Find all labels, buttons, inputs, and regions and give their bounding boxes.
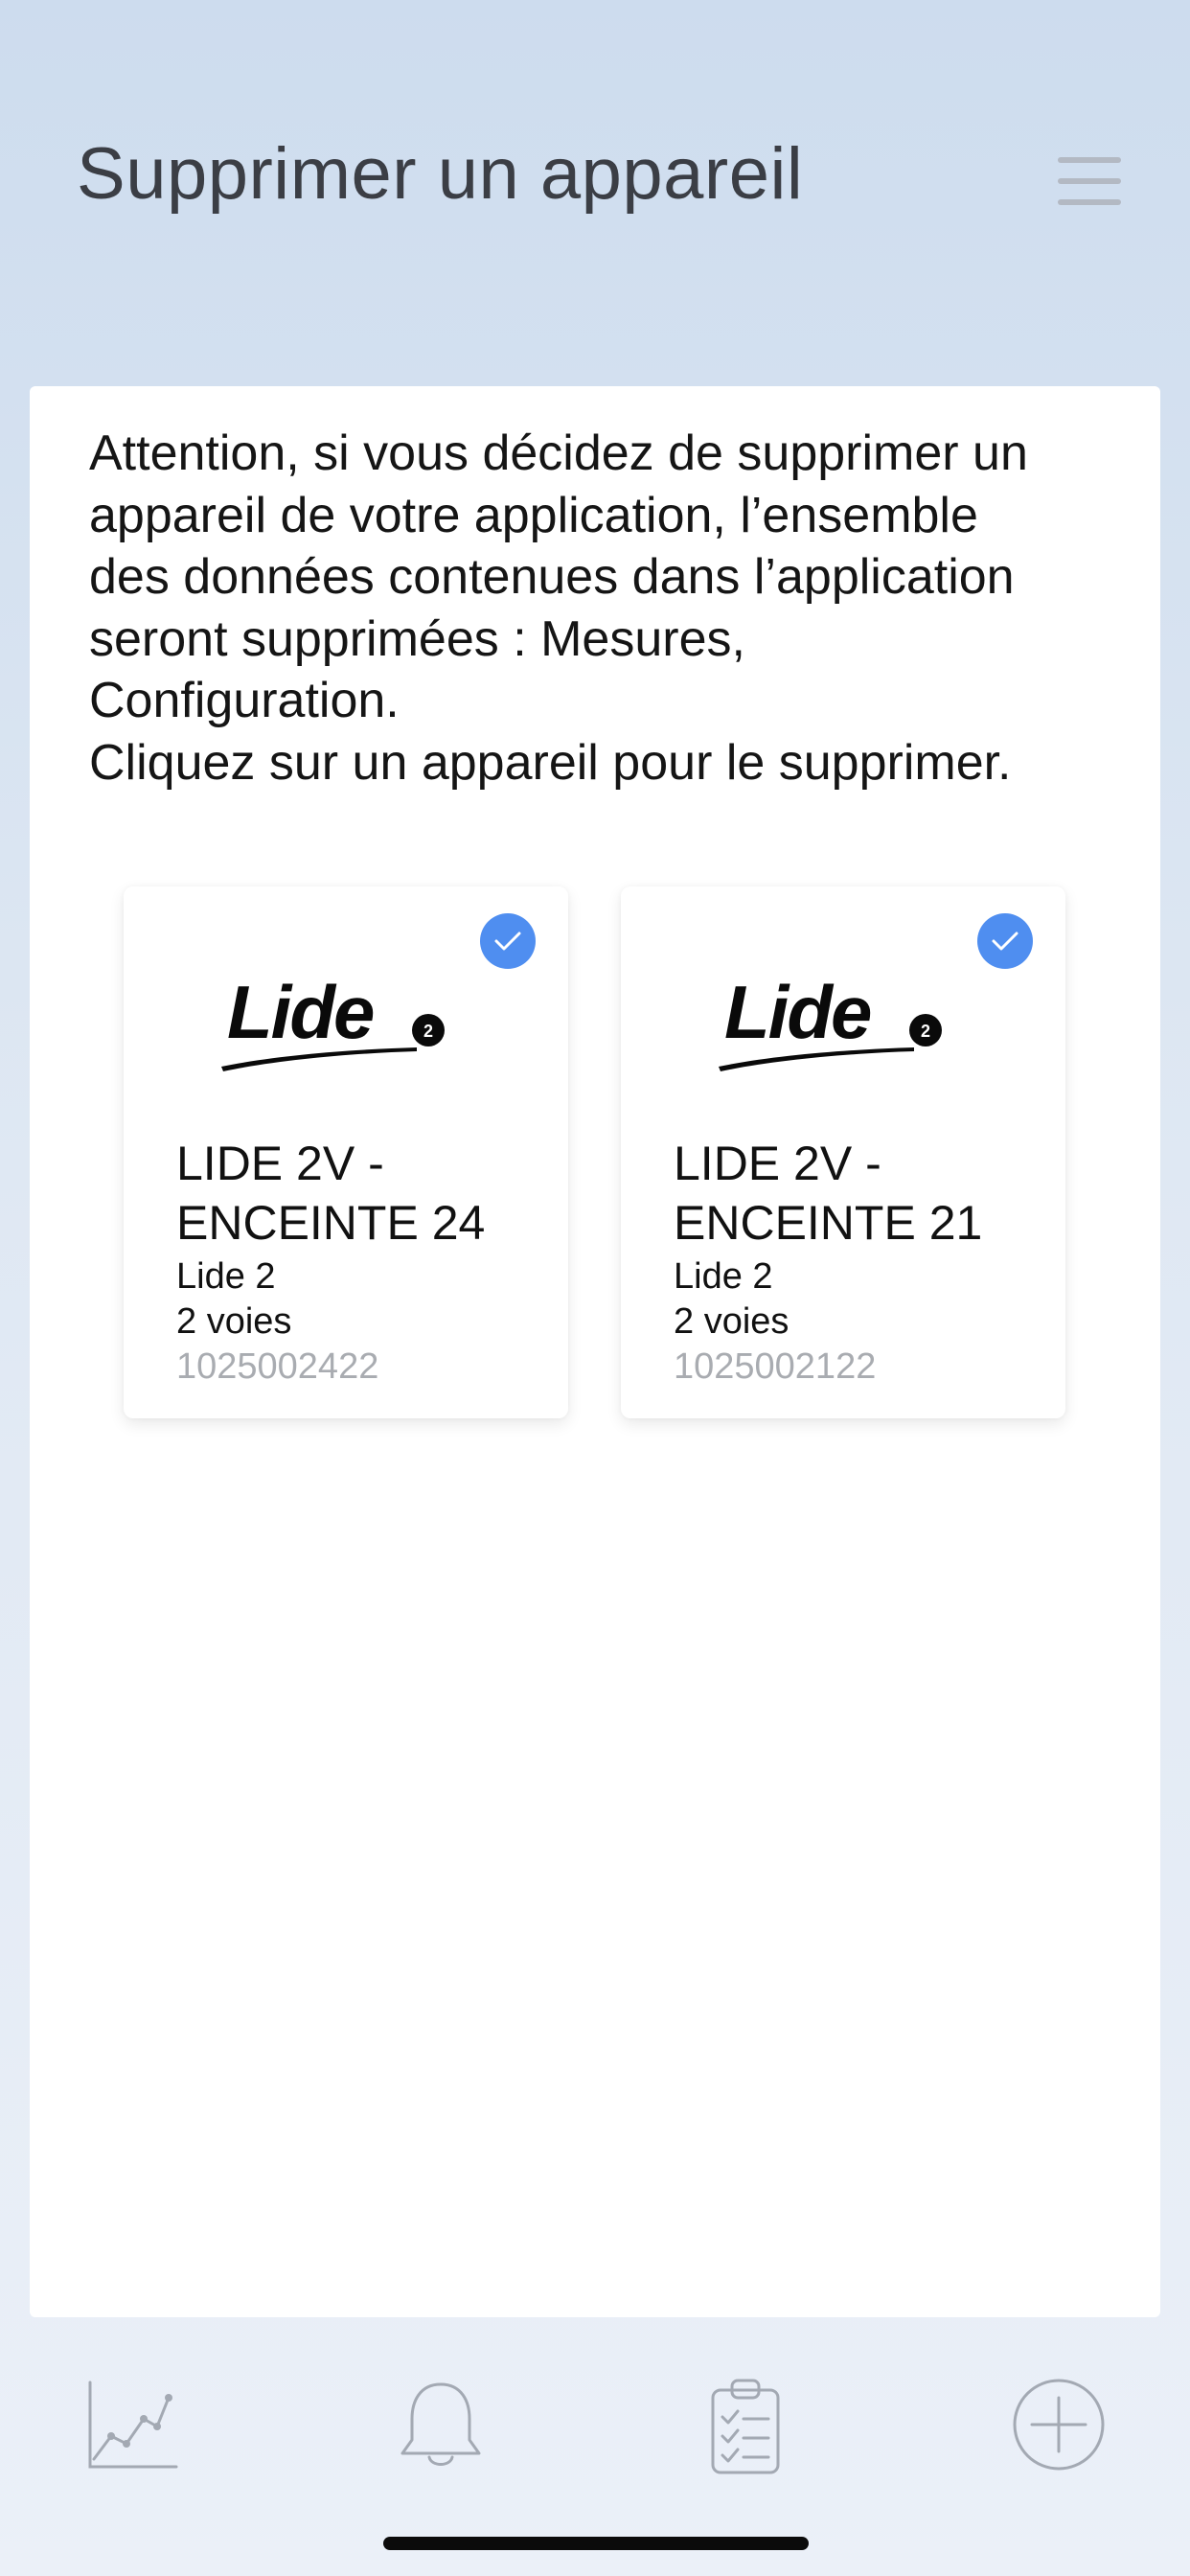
warning-message: Attention, si vous décidez de supprimer … — [89, 423, 1124, 794]
device-model: Lide 2 — [674, 1256, 773, 1297]
device-name: LIDE 2V - ENCEINTE 24 — [176, 1134, 560, 1253]
device-model: Lide 2 — [176, 1256, 276, 1297]
plus-circle-icon[interactable] — [1011, 2377, 1107, 2477]
device-name-line: LIDE 2V - — [674, 1137, 881, 1190]
logo-badge: 2 — [423, 1022, 433, 1041]
menu-line — [1058, 157, 1121, 163]
device-name: LIDE 2V - ENCEINTE 21 — [674, 1134, 1057, 1253]
chart-line-icon[interactable] — [84, 2377, 180, 2477]
bottom-tab-bar — [0, 2358, 1190, 2492]
device-serial: 1025002422 — [176, 1346, 379, 1387]
warning-line: Configuration. — [89, 673, 400, 728]
main-panel: Attention, si vous décidez de supprimer … — [30, 386, 1160, 2317]
hamburger-menu-icon[interactable] — [1058, 157, 1121, 205]
device-name-line: ENCEINTE 21 — [674, 1196, 983, 1250]
logo-text: Lide — [724, 970, 871, 1054]
warning-line: des données contenues dans l’application — [89, 549, 1015, 605]
menu-line — [1058, 199, 1121, 205]
device-name-line: ENCEINTE 24 — [176, 1196, 486, 1250]
device-name-line: LIDE 2V - — [176, 1137, 384, 1190]
bell-icon[interactable] — [395, 2377, 487, 2477]
checkmark-icon — [977, 913, 1033, 969]
checkmark-icon — [480, 913, 536, 969]
device-card[interactable]: Lide 2 LIDE 2V - ENCEINTE 21 Lide 2 2 vo… — [621, 886, 1065, 1418]
device-channels: 2 voies — [674, 1301, 790, 1342]
logo-badge: 2 — [921, 1022, 930, 1041]
warning-line: Cliquez sur un appareil pour le supprime… — [89, 734, 1012, 791]
warning-line: appareil de votre application, l’ensembl… — [89, 487, 978, 543]
warning-line: Attention, si vous décidez de supprimer … — [89, 426, 1028, 481]
device-card[interactable]: Lide 2 LIDE 2V - ENCEINTE 24 Lide 2 2 vo… — [124, 886, 568, 1418]
page-title: Supprimer un appareil — [77, 133, 804, 215]
device-serial: 1025002122 — [674, 1346, 877, 1387]
menu-line — [1058, 178, 1121, 184]
device-channels: 2 voies — [176, 1301, 292, 1342]
warning-line: seront supprimées : Mesures, — [89, 610, 745, 667]
lide-logo: Lide 2 — [221, 970, 445, 1071]
logo-text: Lide — [227, 970, 374, 1054]
lide-logo: Lide 2 — [719, 970, 942, 1071]
clipboard-checklist-icon[interactable] — [709, 2377, 782, 2481]
home-indicator[interactable] — [383, 2537, 809, 2550]
